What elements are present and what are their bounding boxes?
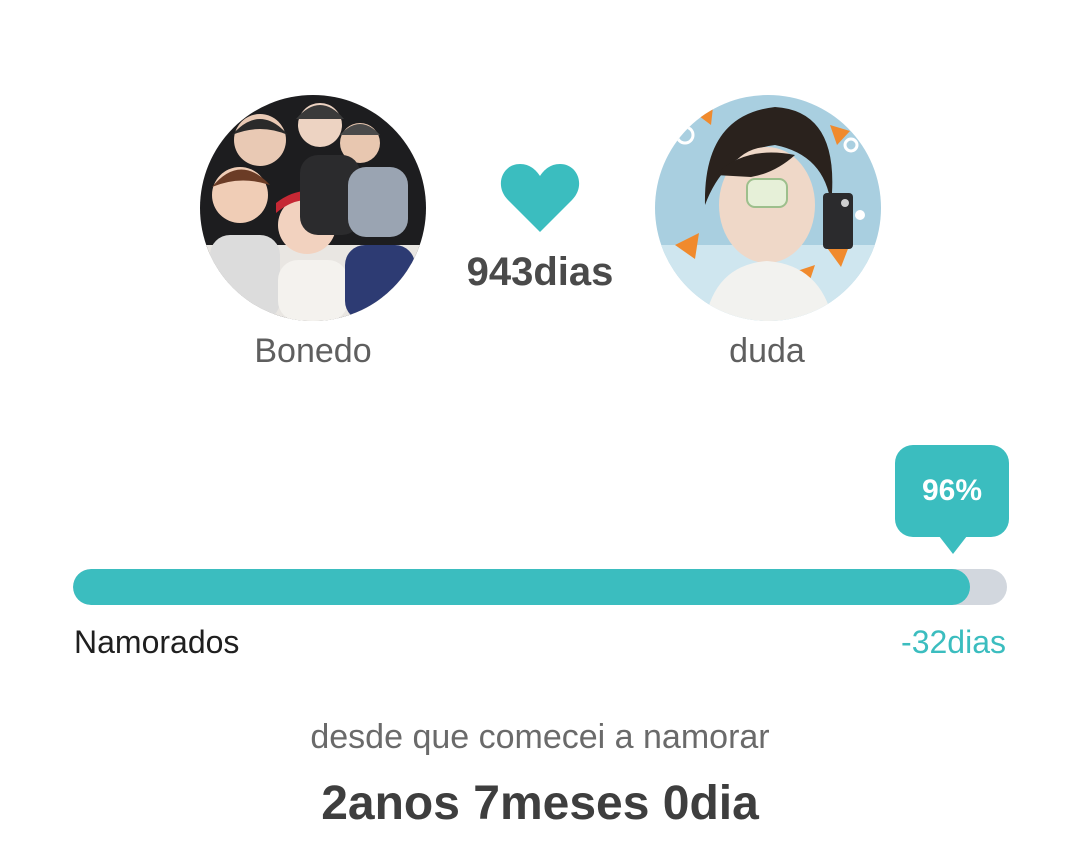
days-together-count: 943dias (466, 250, 614, 294)
progress-fill (73, 569, 970, 605)
left-avatar[interactable] (200, 95, 426, 321)
progress-remaining-label: -32dias (901, 624, 1006, 660)
progress-track (73, 569, 1007, 605)
couple-header: 943dias Bonedo duda (0, 0, 1080, 400)
relationship-duration: 2anos 7meses 0dia (321, 777, 759, 830)
progress-percent-bubble: 96% (895, 445, 1009, 537)
since-caption: desde que comecei a namorar (310, 718, 770, 756)
progress-bubble-pointer (939, 536, 967, 554)
heart-icon (500, 164, 580, 232)
group-photo-avatar (200, 95, 426, 321)
left-name: Bonedo (254, 332, 372, 370)
right-avatar[interactable] (655, 95, 881, 321)
progress-start-label: Namorados (74, 624, 240, 660)
portrait-photo-avatar (655, 95, 881, 321)
right-name: duda (729, 332, 805, 370)
